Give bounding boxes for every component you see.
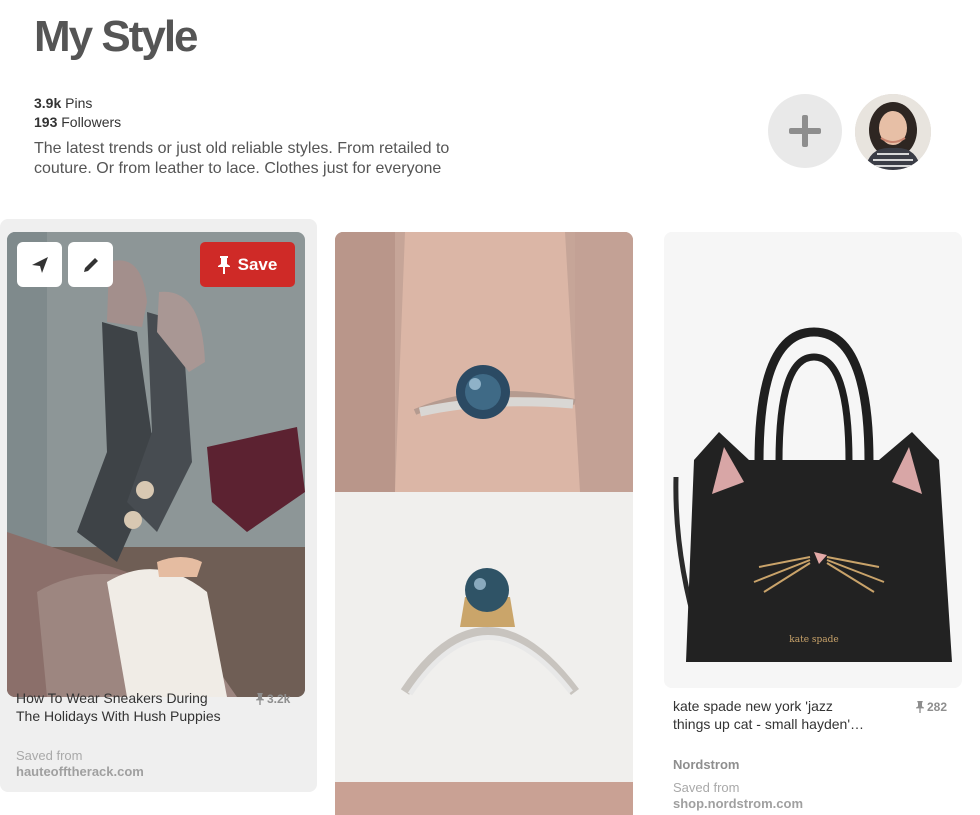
board-description: The latest trends or just old reliable s… [34,140,450,177]
bag-brand-text: kate spade [789,635,838,645]
repin-count-value: 282 [927,700,948,714]
followers-stat[interactable]: 193 Followers [34,113,121,132]
pushpin-icon [256,693,264,705]
save-label: Save [237,254,278,274]
add-collaborator-button[interactable] [768,94,842,168]
pin-title[interactable]: How To Wear Sneakers During The Holidays… [16,689,221,725]
saved-from: Saved from shop.nordstrom.com [673,780,803,812]
repin-count-value: 3.2k [267,692,291,706]
board-title: My Style [34,12,199,61]
pins-label: Pins [65,95,93,111]
board-stats: 3.9k Pins 193 Followers [34,94,121,132]
pin-image-bag[interactable]: kate spade [664,232,962,688]
ring-photos [335,232,633,815]
repin-count: 282 [916,700,947,714]
pins-count: 3.9k [34,95,62,111]
plus-icon [789,115,821,147]
send-pin-button[interactable] [17,242,62,287]
followers-count: 193 [34,114,58,130]
pin-source[interactable]: Nordstrom [673,757,739,772]
pin-image-sneakers[interactable]: Save [7,232,305,697]
repin-count: 3.2k [256,692,290,706]
pin-card-sneakers[interactable]: Save How To Wear Sneakers During The Hol… [0,219,317,792]
pushpin-icon [916,701,924,713]
saved-from-label: Saved from [16,748,83,763]
bag-photo: kate spade [664,232,962,688]
pins-stat[interactable]: 3.9k Pins [34,94,121,113]
followers-label: Followers [61,114,122,130]
sneakers-photo [7,232,305,697]
source-domain[interactable]: shop.nordstrom.com [673,796,803,812]
send-icon [31,256,48,273]
avatar [855,94,931,170]
board-owner-avatar[interactable] [855,94,931,170]
pushpin-icon [217,255,230,274]
pencil-icon [83,257,98,272]
save-button[interactable]: Save [200,242,295,287]
pin-title[interactable]: kate spade new york 'jazz things up cat … [673,697,873,733]
edit-pin-button[interactable] [68,242,113,287]
source-domain[interactable]: hauteofftherack.com [16,764,144,780]
pin-image-ring[interactable] [335,232,633,815]
saved-from: Saved from hauteofftherack.com [16,748,144,780]
saved-from-label: Saved from [673,780,740,795]
